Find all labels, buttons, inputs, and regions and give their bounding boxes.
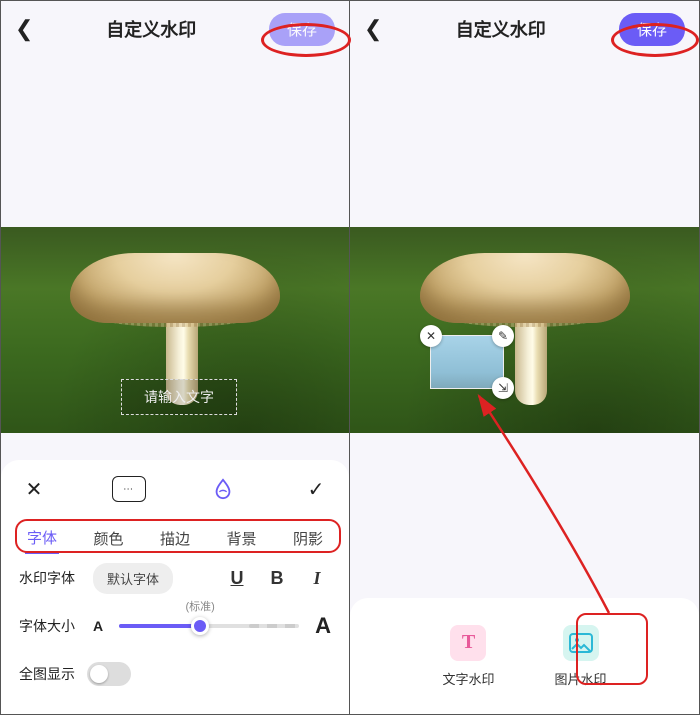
full-display-label: 全图显示 bbox=[19, 664, 75, 684]
back-button[interactable]: ❮ bbox=[364, 16, 382, 42]
watermark-type-panel: T 文字水印 图片水印 bbox=[350, 598, 699, 714]
edit-handle[interactable]: ✎ bbox=[492, 325, 514, 347]
tab-shadow[interactable]: 阴影 bbox=[291, 524, 325, 553]
close-icon[interactable]: ✕ bbox=[19, 474, 49, 504]
confirm-icon[interactable]: ✓ bbox=[301, 474, 331, 504]
size-label: 字体大小 bbox=[19, 616, 81, 636]
keyboard-icon[interactable]: ⋯ bbox=[112, 476, 146, 502]
image-watermark-option[interactable]: 图片水印 bbox=[555, 625, 607, 688]
save-button[interactable]: 保存 bbox=[619, 13, 685, 46]
mushroom-cap bbox=[420, 253, 630, 323]
watermark-image[interactable]: ✕ ✎ ⇲ bbox=[430, 335, 504, 389]
tab-background[interactable]: 背景 bbox=[224, 524, 258, 553]
style-icon[interactable] bbox=[208, 474, 238, 504]
style-tabs: 字体 颜色 描边 背景 阴影 bbox=[19, 522, 331, 554]
size-standard-tick: (标准) bbox=[185, 598, 214, 614]
back-button[interactable]: ❮ bbox=[15, 16, 33, 42]
page-title: 自定义水印 bbox=[382, 16, 619, 42]
resize-handle[interactable]: ⇲ bbox=[492, 377, 514, 399]
italic-button[interactable]: I bbox=[303, 568, 331, 589]
save-button[interactable]: 保存 bbox=[269, 13, 335, 46]
full-display-toggle[interactable] bbox=[87, 662, 131, 686]
preview-image[interactable]: 请输入文字 bbox=[1, 227, 349, 433]
size-max-icon: A bbox=[315, 613, 331, 639]
tab-stroke[interactable]: 描边 bbox=[158, 524, 192, 553]
image-watermark-icon bbox=[563, 625, 599, 661]
mushroom-cap bbox=[70, 253, 280, 323]
size-slider[interactable]: (标准) bbox=[119, 612, 299, 640]
bold-button[interactable]: B bbox=[263, 568, 291, 589]
delete-handle[interactable]: ✕ bbox=[420, 325, 442, 347]
font-selector[interactable]: 默认字体 bbox=[93, 563, 173, 594]
text-watermark-option[interactable]: T 文字水印 bbox=[442, 625, 494, 688]
page-title: 自定义水印 bbox=[33, 16, 269, 42]
preview-image[interactable]: ✕ ✎ ⇲ bbox=[350, 227, 699, 433]
size-min-icon: A bbox=[93, 618, 103, 634]
tab-color[interactable]: 颜色 bbox=[91, 524, 125, 553]
image-watermark-label: 图片水印 bbox=[555, 669, 607, 688]
tab-font[interactable]: 字体 bbox=[25, 523, 59, 554]
font-label: 水印字体 bbox=[19, 568, 81, 588]
text-watermark-label: 文字水印 bbox=[442, 669, 494, 688]
watermark-text-input[interactable]: 请输入文字 bbox=[121, 379, 237, 415]
edit-panel: ✕ ⋯ ✓ 字体 颜色 描边 背景 阴影 水印字体 默认字体 U B I bbox=[1, 460, 349, 714]
underline-button[interactable]: U bbox=[223, 568, 251, 589]
text-watermark-icon: T bbox=[450, 625, 486, 661]
